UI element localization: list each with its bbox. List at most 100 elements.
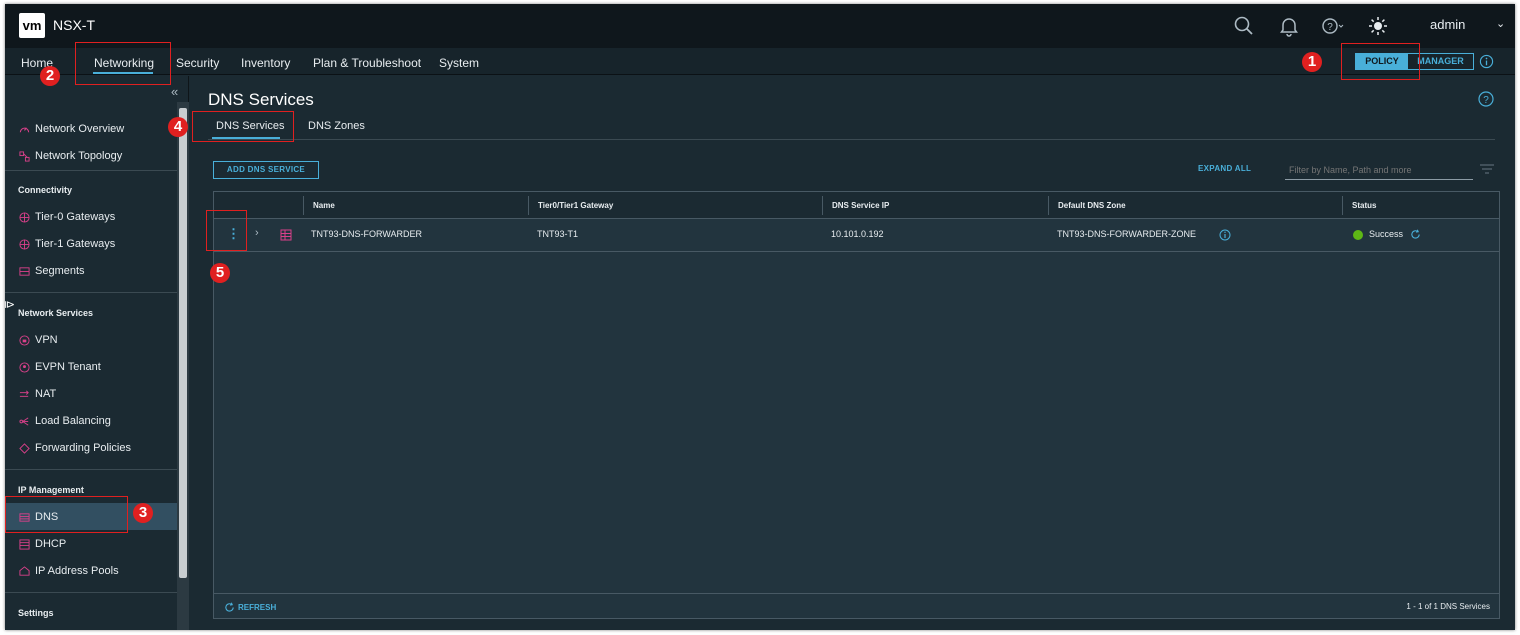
annotation-marker-4: 4 xyxy=(168,117,188,137)
sidebar-item-network-overview[interactable]: Network Overview xyxy=(19,119,124,139)
search-icon[interactable] xyxy=(1232,14,1256,38)
cell-name[interactable]: TNT93-DNS-FORWARDER xyxy=(311,229,422,239)
refresh-icon xyxy=(225,602,234,612)
column-separator xyxy=(303,196,304,215)
topology-icon xyxy=(19,150,30,162)
nav-plan-troubleshoot[interactable]: Plan & Troubleshoot xyxy=(313,56,421,70)
vpn-icon xyxy=(19,334,30,346)
row-expand-chevron-icon[interactable]: › xyxy=(255,227,259,239)
cell-gateway[interactable]: TNT93-T1 xyxy=(537,229,578,239)
column-header-gateway[interactable]: Tier0/Tier1 Gateway xyxy=(538,201,613,210)
table-footer: REFRESH 1 - 1 of 1 DNS Services xyxy=(214,593,1499,618)
sidebar: « ⧐ Network Overview Network Topology Co… xyxy=(5,76,189,630)
annotation-box-dns-services-tab xyxy=(192,111,294,142)
annotation-box-networking xyxy=(75,42,171,85)
pagination-info: 1 - 1 of 1 DNS Services xyxy=(1406,602,1490,611)
column-separator xyxy=(1342,196,1343,215)
main-nav: Home Networking Security Inventory Plan … xyxy=(5,48,1515,75)
sidebar-item-evpn-tenant[interactable]: EVPN Tenant xyxy=(19,357,101,377)
user-menu[interactable]: admin xyxy=(1430,17,1465,32)
chevron-down-icon[interactable]: ⌄ xyxy=(1496,17,1505,30)
tab-dns-zones[interactable]: DNS Zones xyxy=(308,120,365,132)
column-header-service-ip[interactable]: DNS Service IP xyxy=(832,201,889,210)
column-separator xyxy=(822,196,823,215)
svg-text:?: ? xyxy=(1327,22,1333,33)
load-balancer-icon xyxy=(19,416,29,426)
svg-text:?: ? xyxy=(1483,95,1489,106)
sidebar-divider xyxy=(5,292,177,293)
sidebar-item-load-balancing[interactable]: Load Balancing xyxy=(19,411,111,431)
refresh-label: REFRESH xyxy=(238,603,277,612)
app-window: vm NSX-T ? admin ⌄ Home Networking Secur… xyxy=(5,4,1515,630)
nav-inventory[interactable]: Inventory xyxy=(241,56,290,70)
sidebar-scrollbar-thumb[interactable] xyxy=(179,108,187,578)
tenant-icon xyxy=(19,361,30,373)
annotation-marker-1: 1 xyxy=(1302,52,1322,72)
forwarding-policy-icon xyxy=(19,442,30,454)
sidebar-heading-settings: Settings xyxy=(18,608,54,618)
sidebar-item-label: DHCP xyxy=(35,538,67,550)
app-title: NSX-T xyxy=(53,17,95,33)
sidebar-item-ip-address-pools[interactable]: IP Address Pools xyxy=(19,561,119,581)
annotation-marker-2: 2 xyxy=(40,66,60,86)
column-header-status[interactable]: Status xyxy=(1352,201,1376,210)
ip-pool-icon xyxy=(19,565,30,576)
column-header-name[interactable]: Name xyxy=(313,201,335,210)
gateway-icon xyxy=(19,238,30,250)
sidebar-item-label: Segments xyxy=(35,265,85,277)
sidebar-item-label: EVPN Tenant xyxy=(35,361,101,373)
refresh-status-icon[interactable] xyxy=(1410,229,1421,240)
sidebar-item-label: IP Address Pools xyxy=(35,565,119,577)
sidebar-item-label: Forwarding Policies xyxy=(35,442,131,454)
annotation-box-policy xyxy=(1341,43,1420,80)
cell-status: Success xyxy=(1369,229,1404,239)
help-icon[interactable]: ? xyxy=(1320,14,1344,38)
expand-all-button[interactable]: EXPAND ALL xyxy=(1198,164,1251,173)
sidebar-item-network-topology[interactable]: Network Topology xyxy=(19,146,122,166)
tabs-divider xyxy=(208,139,1495,140)
filter-icon[interactable] xyxy=(1479,164,1495,174)
nav-security[interactable]: Security xyxy=(176,56,219,70)
bell-icon[interactable] xyxy=(1277,14,1301,38)
sidebar-item-tier0[interactable]: Tier-0 Gateways xyxy=(19,207,115,227)
sidebar-item-forwarding-policies[interactable]: Forwarding Policies xyxy=(19,438,131,458)
gateway-icon xyxy=(19,211,30,223)
success-status-icon xyxy=(1353,230,1363,240)
sidebar-item-dhcp[interactable]: DHCP xyxy=(19,534,66,554)
sidebar-item-label: Tier-1 Gateways xyxy=(35,238,116,250)
filter-input[interactable] xyxy=(1285,160,1473,180)
dns-service-icon xyxy=(280,229,292,241)
annotation-box-row-menu xyxy=(206,210,247,251)
sidebar-item-nat[interactable]: NAT xyxy=(19,384,56,404)
nav-system[interactable]: System xyxy=(439,56,479,70)
sidebar-item-label: Network Topology xyxy=(35,150,123,162)
info-icon[interactable] xyxy=(1479,54,1494,69)
dns-services-table: Name Tier0/Tier1 Gateway DNS Service IP … xyxy=(213,191,1500,619)
sidebar-item-vpn[interactable]: VPN xyxy=(19,330,58,350)
sidebar-item-label: Load Balancing xyxy=(35,415,111,427)
info-icon[interactable] xyxy=(1219,229,1231,241)
sidebar-item-segments[interactable]: Segments xyxy=(19,261,85,281)
page-title: DNS Services xyxy=(208,90,314,109)
sidebar-divider xyxy=(5,170,177,171)
dhcp-icon xyxy=(19,538,30,550)
cell-default-zone: TNT93-DNS-FORWARDER-ZONE xyxy=(1057,229,1196,239)
gauge-icon xyxy=(19,126,30,132)
sidebar-item-tier1[interactable]: Tier-1 Gateways xyxy=(19,234,115,254)
column-separator xyxy=(528,196,529,215)
table-row[interactable]: ⋮ › TNT93-DNS-FORWARDER TNT93-T1 10.101.… xyxy=(214,219,1499,252)
column-header-default-zone[interactable]: Default DNS Zone xyxy=(1058,201,1126,210)
sidebar-expander-icon[interactable]: ⧐ xyxy=(5,298,15,311)
help-icon[interactable]: ? xyxy=(1478,91,1494,107)
annotation-box-dns xyxy=(5,496,128,533)
refresh-button[interactable]: REFRESH xyxy=(224,602,276,613)
collapse-sidebar-icon[interactable]: « xyxy=(171,84,178,99)
column-separator xyxy=(1048,196,1049,215)
theme-sun-icon[interactable] xyxy=(1366,14,1390,38)
sidebar-item-label: VPN xyxy=(35,334,58,346)
add-dns-service-button[interactable]: ADD DNS SERVICE xyxy=(213,161,319,179)
vmware-logo: vm xyxy=(19,13,45,38)
table-header: Name Tier0/Tier1 Gateway DNS Service IP … xyxy=(214,192,1499,219)
segments-icon xyxy=(19,266,30,276)
annotation-marker-5: 5 xyxy=(210,263,230,283)
